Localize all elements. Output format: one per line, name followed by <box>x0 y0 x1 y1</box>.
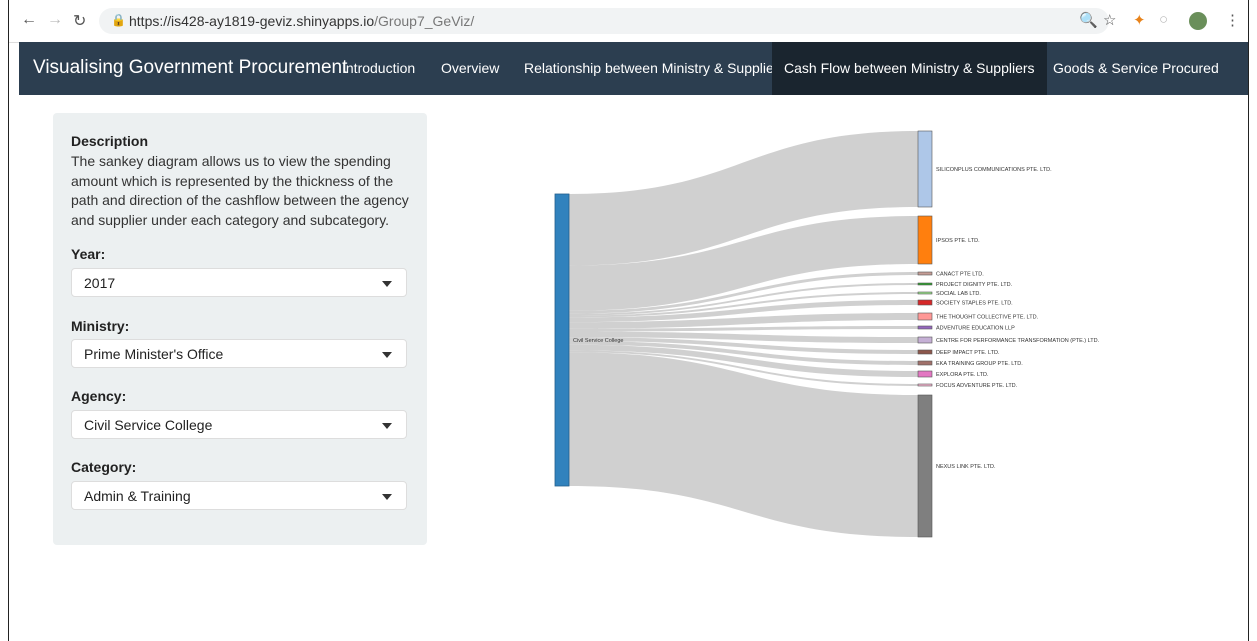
sankey-node-target[interactable] <box>917 383 933 387</box>
sankey-links <box>569 131 918 537</box>
sankey-target-label: EXPLORA PTE. LTD. <box>936 372 989 378</box>
sankey-target-label: FOCUS ADVENTURE PTE. LTD. <box>936 383 1018 389</box>
sankey-target-label: DEEP IMPACT PTE. LTD. <box>936 350 1000 356</box>
sankey-target-label: THE THOUGHT COLLECTIVE PTE. LTD. <box>936 315 1039 321</box>
sankey-node-target[interactable] <box>917 325 933 330</box>
sankey-target-label: SILICONPLUS COMMUNICATIONS PTE. LTD. <box>936 167 1052 173</box>
sankey-node-target[interactable] <box>917 215 933 265</box>
sankey-node-target[interactable] <box>917 271 933 276</box>
sankey-target-label: IPSOS PTE. LTD. <box>936 238 980 244</box>
sankey-node-target[interactable] <box>917 312 933 321</box>
sankey-diagram: Civil Service College SILICONPLUS COMMUNI… <box>554 130 1100 538</box>
sankey-target-label: EKA TRAINING GROUP PTE. LTD. <box>936 361 1023 367</box>
sankey-target-label: NEXUS LINK PTE. LTD. <box>936 464 996 470</box>
sankey-target-label: SOCIAL LAB LTD. <box>936 291 981 297</box>
sankey-node-target[interactable] <box>917 282 933 286</box>
sankey-target-label: CENTRE FOR PERFORMANCE TRANSFORMATION (P… <box>936 338 1100 344</box>
sankey-node-target[interactable] <box>917 360 933 366</box>
sankey-node-target[interactable] <box>917 291 933 295</box>
sankey-target-label: CANACT PTE LTD. <box>936 272 984 278</box>
sankey-link[interactable] <box>569 352 918 537</box>
sankey-source-label: Civil Service College <box>573 338 623 344</box>
sankey-node-target[interactable] <box>917 394 933 538</box>
sankey-node-target[interactable] <box>917 349 933 355</box>
sankey-target-label: ADVENTURE EDUCATION LLP <box>936 326 1015 332</box>
sankey-node-target[interactable] <box>917 336 933 344</box>
sankey-target-label: SOCIETY STAPLES PTE. LTD. <box>936 301 1013 307</box>
sankey-target-label: PROJECT DIGNITY PTE. LTD. <box>936 282 1013 288</box>
sankey-node-source[interactable] <box>554 193 570 487</box>
browser-window: ← → ↻ 🔒 https://is428-ay1819-geviz.shiny… <box>8 0 1249 641</box>
sankey-node-target[interactable] <box>917 130 933 208</box>
sankey-node-target[interactable] <box>917 370 933 378</box>
sankey-node-target[interactable] <box>917 299 933 306</box>
